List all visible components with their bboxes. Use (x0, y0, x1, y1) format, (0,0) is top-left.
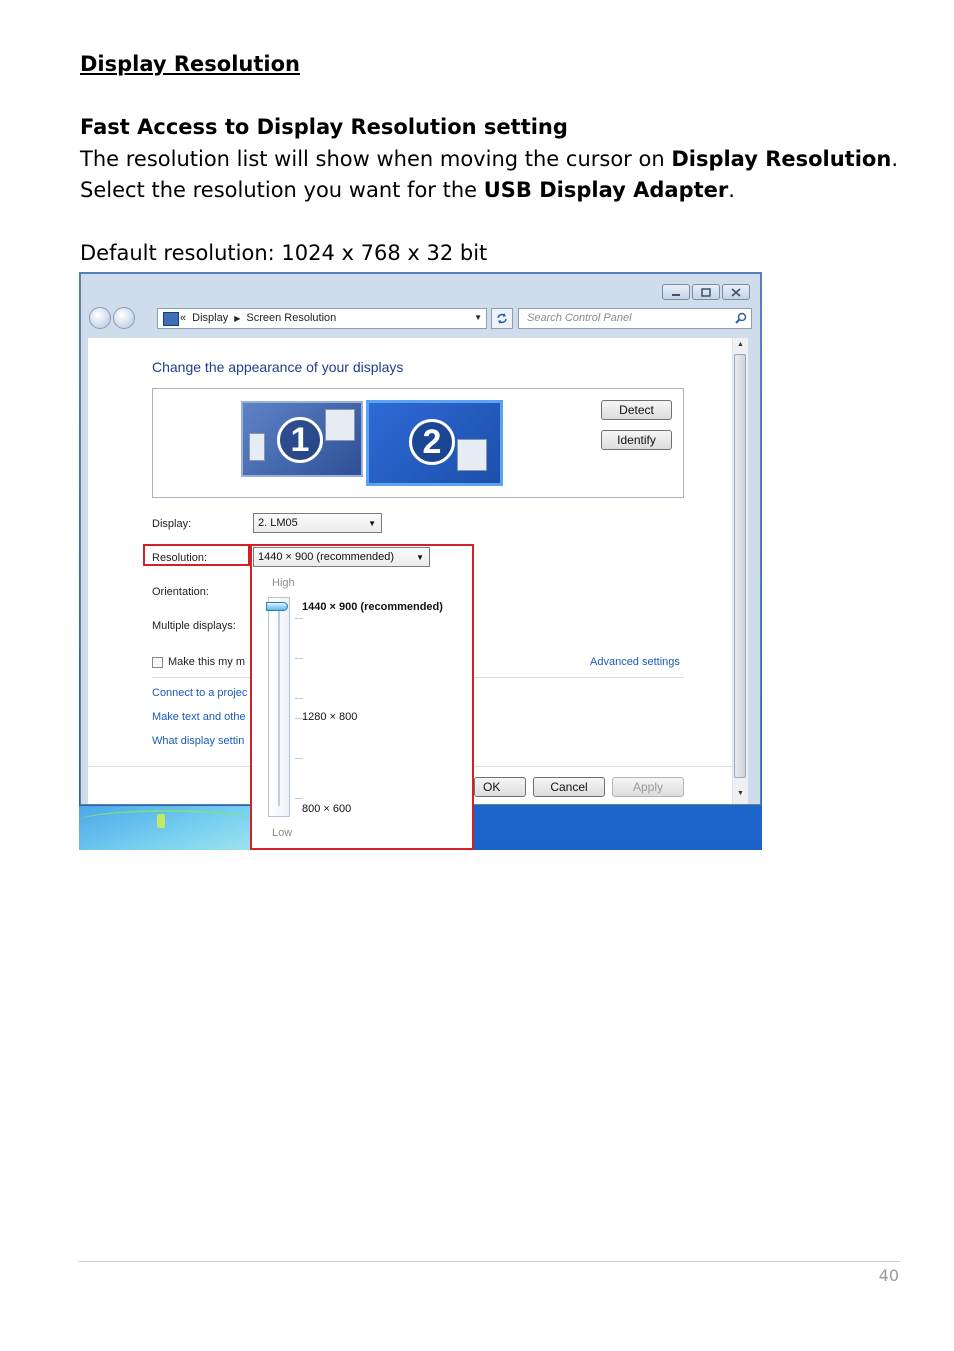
breadcrumb-overflow[interactable]: « (180, 312, 186, 324)
slider-tick (295, 758, 303, 759)
minimize-button[interactable] (662, 284, 690, 300)
paragraph-1-bold: Display Resolution (671, 147, 892, 171)
advanced-settings-link[interactable]: Advanced settings (590, 656, 680, 668)
address-bar[interactable]: « Display ▶ Screen Resolution ▼ (157, 308, 487, 329)
scroll-down-icon[interactable]: ▼ (737, 790, 744, 797)
resolution-option-selected[interactable]: 1440 × 900 (recommended) (302, 601, 443, 613)
forward-button[interactable] (113, 307, 135, 329)
maximize-button[interactable] (692, 284, 720, 300)
doc-title: Display Resolution (80, 52, 300, 76)
window-controls (662, 284, 750, 300)
breadcrumb-screen-resolution[interactable]: Screen Resolution (246, 312, 336, 324)
connect-projector-link[interactable]: Connect to a projec (152, 687, 247, 699)
close-button[interactable] (722, 284, 750, 300)
display-select-value: 2. LM05 (258, 517, 298, 529)
page-number: 40 (878, 1266, 899, 1285)
identify-button[interactable]: Identify (601, 430, 672, 450)
paragraph-2-bold: USB Display Adapter (483, 178, 729, 202)
resolution-select-highlight (250, 544, 474, 568)
monitor-2[interactable]: 2 (366, 400, 503, 486)
vertical-scrollbar[interactable]: ▲ ▼ (732, 338, 748, 804)
resolution-label-highlight (143, 544, 250, 566)
desktop-wallpaper-curve (79, 810, 254, 832)
paragraph-1: The resolution list will show when movin… (80, 147, 898, 171)
navigation-buttons (89, 307, 135, 329)
search-icon (735, 312, 747, 324)
slider-tick (295, 658, 303, 659)
monitor-1-number: 1 (277, 417, 323, 463)
screen-resolution-screenshot: « Display ▶ Screen Resolution ▼ Search Cont… (79, 272, 762, 850)
refresh-button[interactable] (491, 308, 513, 329)
breadcrumb: « Display ▶ Screen Resolution (180, 312, 342, 324)
control-panel-icon (163, 312, 179, 326)
ok-button[interactable]: OK (474, 777, 526, 797)
monitor-1-window-icon (249, 433, 265, 461)
monitor-2-grid-icon (457, 439, 487, 471)
paragraph-2-text: Select the resolution you want for the (80, 178, 484, 202)
resolution-option[interactable]: 800 × 600 (302, 803, 351, 815)
slider-high-label: High (272, 577, 295, 589)
paragraph-1-text: The resolution list will show when movin… (80, 147, 672, 171)
monitor-1-doc-icon (325, 409, 355, 441)
slider-line (278, 606, 280, 806)
desktop-icon (157, 814, 165, 828)
slider-tick (295, 618, 303, 619)
search-input[interactable]: Search Control Panel (518, 308, 752, 329)
cancel-button[interactable]: Cancel (533, 777, 605, 797)
address-dropdown-icon[interactable]: ▼ (474, 313, 482, 322)
slider-thumb[interactable] (266, 602, 288, 611)
monitor-2-number: 2 (409, 419, 455, 465)
make-main-display-label: Make this my m (168, 656, 246, 668)
make-main-display-checkbox[interactable] (152, 657, 163, 668)
minimize-icon (672, 294, 680, 296)
paragraph-2-end: . (728, 178, 735, 202)
paragraph-1-end: . (891, 147, 898, 171)
display-label: Display: (152, 518, 192, 530)
close-icon (731, 288, 741, 297)
scroll-up-icon[interactable]: ▲ (737, 341, 744, 348)
footer-divider (78, 1261, 900, 1262)
display-select[interactable]: 2. LM05 ▼ (253, 513, 382, 533)
scroll-thumb[interactable] (734, 354, 746, 778)
paragraph-2: Select the resolution you want for the U… (80, 178, 735, 202)
search-placeholder: Search Control Panel (527, 312, 632, 324)
resolution-option[interactable]: 1280 × 800 (302, 711, 357, 723)
resolution-slider[interactable] (266, 597, 303, 817)
multiple-displays-label: Multiple displays: (152, 620, 236, 632)
display-settings-help-link[interactable]: What display settin (152, 735, 244, 747)
detect-button[interactable]: Detect (601, 400, 672, 420)
monitor-1[interactable]: 1 (241, 401, 363, 477)
chevron-down-icon: ▼ (368, 519, 376, 528)
page-heading: Change the appearance of your displays (152, 359, 404, 375)
slider-tick (295, 798, 303, 799)
orientation-label: Orientation: (152, 586, 209, 598)
slider-low-label: Low (272, 827, 293, 839)
resolution-flyout: High 1440 × 900 (recommended) 1280 × 800… (250, 567, 474, 850)
apply-button[interactable]: Apply (612, 777, 684, 797)
maximize-icon (701, 288, 711, 297)
default-resolution-text: Default resolution: 1024 x 768 x 32 bit (80, 241, 488, 265)
breadcrumb-arrow-icon: ▶ (234, 314, 241, 323)
breadcrumb-display[interactable]: Display (192, 312, 228, 324)
section-title: Fast Access to Display Resolution settin… (80, 115, 568, 139)
slider-tick (295, 698, 303, 699)
make-text-larger-link[interactable]: Make text and othe (152, 711, 246, 723)
monitor-arrangement: 1 2 Detect Identify (152, 388, 684, 498)
back-button[interactable] (89, 307, 111, 329)
refresh-icon (497, 313, 507, 324)
